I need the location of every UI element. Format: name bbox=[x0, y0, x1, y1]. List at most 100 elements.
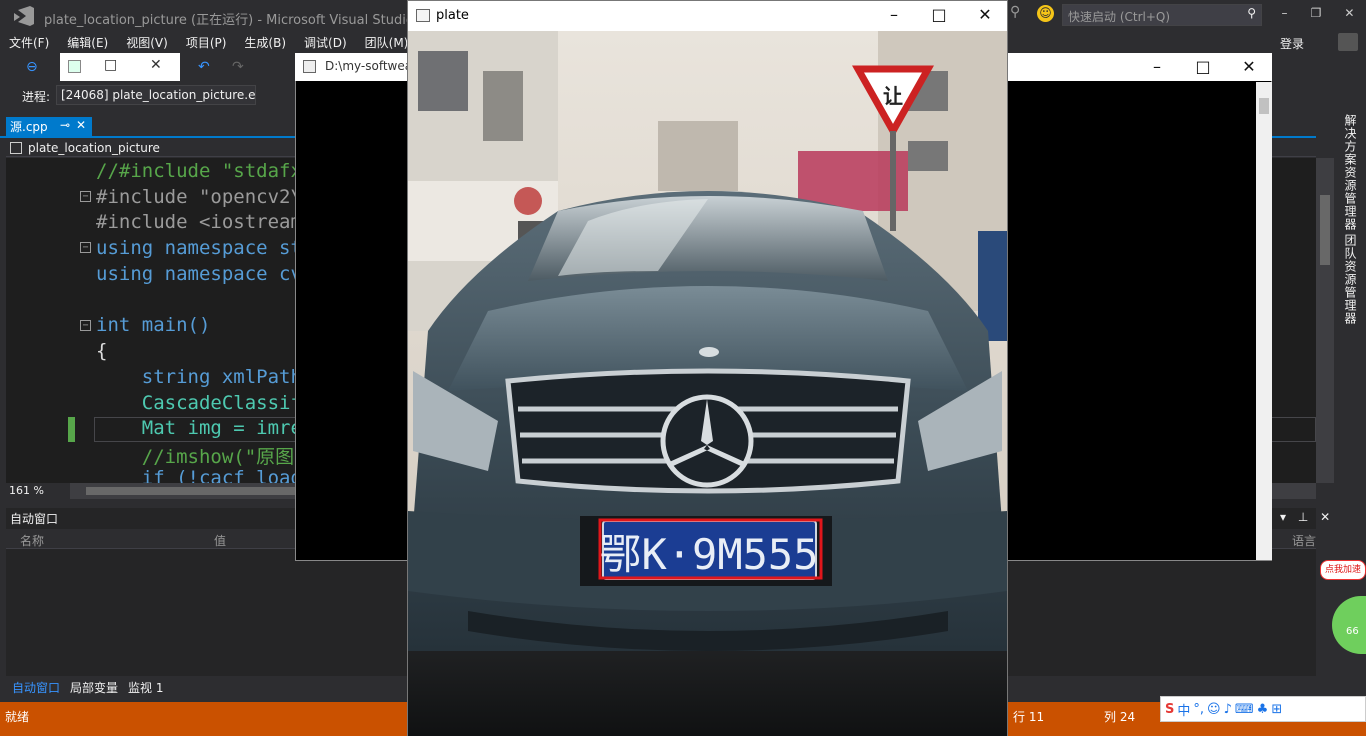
ime-toolbar: S 中 °, ☺ ♪ ⌨ ♣ ⊞ bbox=[1160, 696, 1366, 722]
process-bar: 进程: [24068] plate_location_picture.e bbox=[0, 82, 300, 108]
status-row: 行 11 bbox=[1013, 710, 1045, 724]
code-line-11: Mat img = imrea bbox=[96, 417, 314, 439]
back-icon[interactable]: ⊖ bbox=[26, 59, 38, 75]
redo-icon[interactable]: ↷ bbox=[232, 59, 244, 75]
process-select[interactable]: [24068] plate_location_picture.e bbox=[56, 85, 256, 105]
pin-icon[interactable]: ⊥ bbox=[1298, 510, 1308, 524]
minimize-icon[interactable]: – bbox=[1147, 57, 1167, 77]
car-photo: 让 鄂K·9M555 bbox=[408, 31, 1007, 736]
vs-window-controls: – ❐ ✕ bbox=[1270, 6, 1366, 26]
console-scroll-thumb[interactable] bbox=[1259, 98, 1269, 114]
tab-locals[interactable]: 局部变量 bbox=[70, 679, 118, 696]
panel-controls: ▾ ⊥ ✕ bbox=[1280, 510, 1330, 524]
quick-launch-placeholder: 快速启动 (Ctrl+Q) bbox=[1068, 10, 1171, 24]
status-ready: 就绪 bbox=[5, 710, 30, 724]
badge-number: 66 bbox=[1332, 596, 1366, 654]
sogou-speed-badge[interactable]: 点我加速 66 bbox=[1320, 556, 1366, 654]
col-language[interactable]: 语言 bbox=[1292, 532, 1316, 549]
pin-icon[interactable]: ⊸ bbox=[60, 118, 70, 132]
autos-panel-title: 自动窗口 bbox=[10, 512, 59, 526]
menu-debug[interactable]: 调试(D) bbox=[295, 32, 356, 52]
grid-icon[interactable]: ⊞ bbox=[1271, 702, 1282, 717]
search-icon: ⚲ bbox=[1247, 6, 1256, 20]
code-line-13: if (!cacf load(x bbox=[96, 467, 325, 483]
fold-toggle[interactable]: − bbox=[80, 242, 91, 253]
console-title: D:\my-softwea bbox=[325, 59, 413, 73]
badge-label: 点我加速 bbox=[1320, 560, 1366, 580]
quick-launch-input[interactable]: 快速启动 (Ctrl+Q) ⚲ bbox=[1062, 4, 1262, 26]
window-icon bbox=[68, 60, 81, 73]
side-tool-tabs: 解决方案资源管理器 团队资源管理器 bbox=[1334, 108, 1366, 528]
emoji-icon[interactable]: ☺ bbox=[1207, 702, 1221, 717]
sogou-icon[interactable]: S bbox=[1165, 702, 1174, 717]
voice-icon[interactable]: ♪ bbox=[1224, 702, 1232, 717]
restore-icon[interactable]: ❐ bbox=[1311, 6, 1322, 26]
console-scrollbar[interactable] bbox=[1256, 82, 1272, 560]
code-line-8: { bbox=[96, 340, 108, 362]
ghost-window-controls: □ ✕ bbox=[60, 53, 180, 81]
doc-tab-label: 源.cpp bbox=[10, 120, 48, 134]
menu-file[interactable]: 文件(F) bbox=[0, 32, 58, 52]
restore-icon[interactable]: □ bbox=[104, 57, 117, 73]
code-line-2: #include "opencv2\o bbox=[96, 186, 313, 208]
close-icon[interactable]: ✕ bbox=[1344, 6, 1354, 26]
code-line-12: //imshow("原图" bbox=[96, 446, 306, 468]
fold-toggle[interactable]: − bbox=[80, 191, 91, 202]
car-photo-drawing: 让 鄂K·9M555 bbox=[408, 31, 1007, 736]
editor-scroll-thumb[interactable] bbox=[1320, 195, 1330, 265]
window-icon bbox=[416, 9, 430, 22]
menu-edit[interactable]: 编辑(E) bbox=[58, 32, 117, 52]
menu-view[interactable]: 视图(V) bbox=[117, 32, 177, 52]
minimize-icon[interactable]: – bbox=[884, 5, 904, 25]
close-icon[interactable]: ✕ bbox=[975, 5, 995, 25]
filter-icon[interactable]: ⚲ bbox=[1010, 4, 1020, 20]
tab-autos[interactable]: 自动窗口 bbox=[12, 679, 60, 696]
login-link[interactable]: 登录 bbox=[1280, 35, 1304, 52]
skin-icon[interactable]: ♣ bbox=[1257, 702, 1269, 717]
menu-project[interactable]: 项目(P) bbox=[177, 32, 236, 52]
tab-solution-explorer[interactable]: 解决方案资源管理器 bbox=[1342, 114, 1359, 231]
close-panel-icon[interactable]: ✕ bbox=[1320, 510, 1330, 524]
maximize-icon[interactable]: □ bbox=[1193, 57, 1213, 77]
window-title: plate_location_picture (正在运行) - Microsof… bbox=[44, 13, 414, 28]
fold-toggle[interactable]: − bbox=[80, 320, 91, 331]
yield-sign-text: 让 bbox=[883, 84, 903, 108]
code-line-10: CascadeClassifi bbox=[96, 392, 314, 414]
plate-window-title: plate bbox=[436, 8, 469, 23]
console-icon bbox=[303, 60, 316, 73]
col-name[interactable]: 名称 bbox=[20, 532, 44, 549]
visual-studio-logo-icon bbox=[14, 6, 34, 26]
tab-team-explorer[interactable]: 团队资源管理器 bbox=[1342, 234, 1359, 325]
status-column: 列 24 bbox=[1104, 710, 1136, 724]
include-directive: #include "opencv2\o bbox=[96, 186, 314, 208]
keyboard-icon[interactable]: ⌨ bbox=[1235, 702, 1254, 717]
horizontal-scroll-thumb[interactable] bbox=[86, 487, 316, 495]
close-icon[interactable]: ✕ bbox=[1239, 57, 1259, 77]
doc-tab-source[interactable]: 源.cpp ⊸ ✕ bbox=[6, 117, 92, 136]
license-plate-text: 鄂K·9M555 bbox=[599, 530, 818, 579]
code-line-5: using namespace cv; bbox=[96, 263, 314, 285]
code-line-9: string xmlPath bbox=[96, 366, 302, 388]
process-label: 进程: bbox=[22, 90, 51, 104]
dropdown-icon[interactable]: ▾ bbox=[1280, 510, 1286, 524]
plate-title-bar[interactable]: plate – □ ✕ bbox=[408, 1, 1007, 31]
code-line-4: using namespace std bbox=[96, 237, 314, 259]
zoom-select[interactable]: 161 % bbox=[6, 483, 68, 499]
code-line-7: int main() bbox=[96, 314, 211, 336]
code-line-1: //#include "stdafx. bbox=[96, 160, 314, 182]
minimize-icon[interactable]: – bbox=[1282, 6, 1288, 26]
project-icon bbox=[10, 142, 22, 154]
undo-icon[interactable]: ↶ bbox=[198, 59, 210, 75]
tab-watch[interactable]: 监视 1 bbox=[128, 679, 163, 696]
menu-build[interactable]: 生成(B) bbox=[235, 32, 295, 52]
ime-mode[interactable]: 中 bbox=[1177, 700, 1190, 719]
col-value[interactable]: 值 bbox=[214, 532, 226, 549]
change-marker bbox=[68, 417, 75, 442]
nav-project: plate_location_picture bbox=[28, 141, 160, 155]
close-tab-icon[interactable]: ✕ bbox=[76, 118, 86, 132]
maximize-icon[interactable]: □ bbox=[929, 5, 949, 25]
feedback-smiley-icon[interactable]: ☺ bbox=[1037, 5, 1054, 22]
punctuation-icon[interactable]: °, bbox=[1193, 702, 1204, 717]
close-icon[interactable]: ✕ bbox=[150, 57, 162, 73]
account-icon[interactable] bbox=[1338, 33, 1358, 51]
